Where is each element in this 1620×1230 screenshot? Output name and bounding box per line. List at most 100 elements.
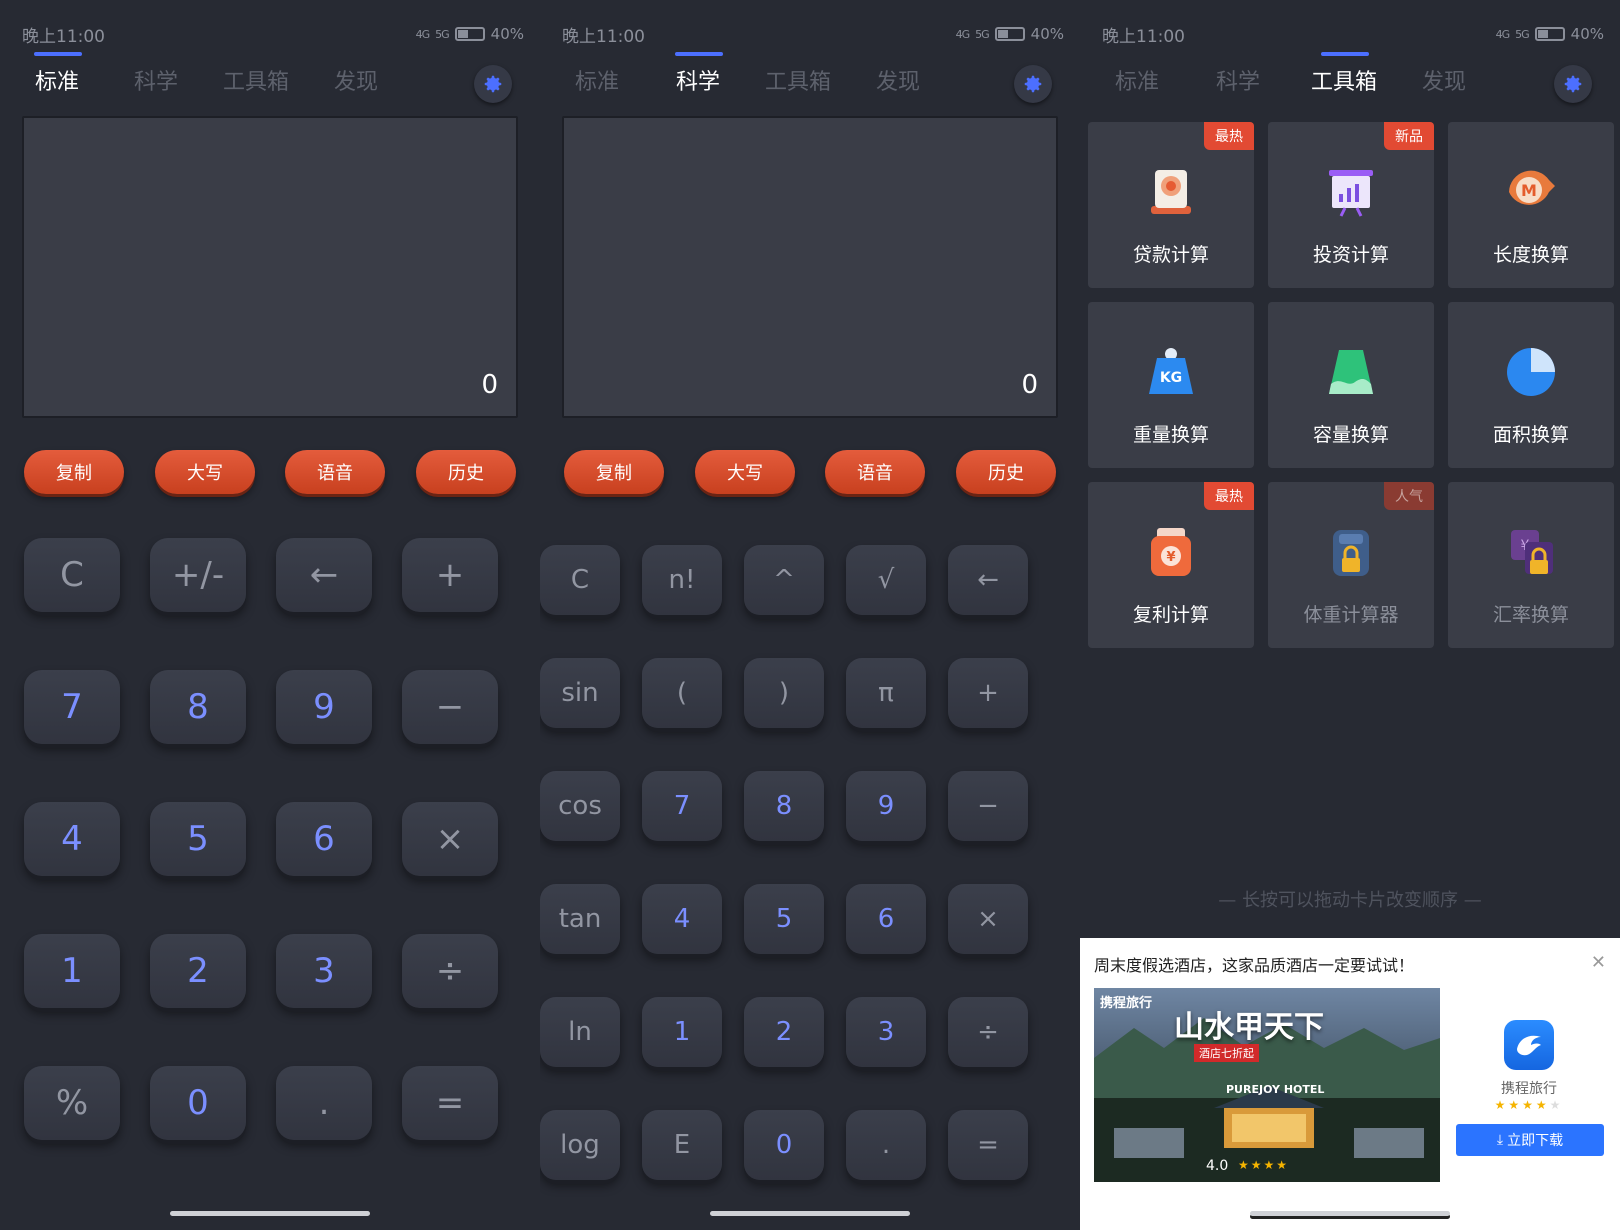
- key-button[interactable]: ln: [540, 997, 620, 1067]
- key-button[interactable]: log: [540, 1110, 620, 1180]
- settings-gear-button[interactable]: [1554, 65, 1592, 103]
- settings-gear-button[interactable]: [1014, 65, 1052, 103]
- tab-science[interactable]: 科学: [676, 64, 720, 96]
- tool-card-exchange-rate[interactable]: ¥ 汇率换算: [1448, 482, 1614, 648]
- key-button[interactable]: +/-: [150, 538, 246, 612]
- key-button[interactable]: 9: [276, 670, 372, 744]
- key-button[interactable]: 3: [846, 997, 926, 1067]
- tool-card-investment[interactable]: 新品 投资计算: [1268, 122, 1434, 288]
- battery-level: 40%: [490, 25, 524, 43]
- key-button[interactable]: +: [948, 658, 1028, 728]
- key-button[interactable]: 4: [642, 884, 722, 954]
- key-button[interactable]: C: [540, 545, 620, 615]
- key-button[interactable]: +: [402, 538, 498, 612]
- copy-button[interactable]: 复制: [564, 450, 664, 494]
- ctrip-app-icon[interactable]: [1504, 1020, 1554, 1070]
- key-button[interactable]: 1: [24, 934, 120, 1008]
- voice-button[interactable]: 语音: [285, 450, 385, 494]
- key-button[interactable]: %: [24, 1066, 120, 1140]
- history-button[interactable]: 历史: [956, 450, 1056, 494]
- key-button[interactable]: tan: [540, 884, 620, 954]
- tab-toolbox[interactable]: 工具箱: [765, 64, 831, 96]
- tab-discover[interactable]: 发现: [334, 64, 378, 96]
- tab-discover[interactable]: 发现: [876, 64, 920, 96]
- key-button[interactable]: 4: [24, 802, 120, 876]
- key-button[interactable]: 3: [276, 934, 372, 1008]
- key-button[interactable]: 0: [744, 1110, 824, 1180]
- key-button[interactable]: −: [948, 771, 1028, 841]
- tab-science[interactable]: 科学: [1216, 64, 1260, 96]
- key-button[interactable]: sin: [540, 658, 620, 728]
- key-button[interactable]: cos: [540, 771, 620, 841]
- key-button[interactable]: 6: [276, 802, 372, 876]
- key-button[interactable]: n!: [642, 545, 722, 615]
- voice-button[interactable]: 语音: [825, 450, 925, 494]
- download-button[interactable]: ⤓ 立即下载: [1456, 1124, 1604, 1156]
- status-bar: 晚上11:00 4G 5G 40%: [1102, 20, 1604, 48]
- key-button[interactable]: 7: [24, 670, 120, 744]
- tool-card-body-weight[interactable]: 人气 体重计算器: [1268, 482, 1434, 648]
- home-indicator[interactable]: [1250, 1211, 1450, 1216]
- standard-screen: 晚上11:00 4G 5G 40% 标准 科学 工具箱 发现 0 复制 大写 语…: [0, 0, 540, 1230]
- key-button[interactable]: 7: [642, 771, 722, 841]
- uppercase-button[interactable]: 大写: [695, 450, 795, 494]
- battery-icon: [994, 27, 1025, 41]
- tab-toolbox[interactable]: 工具箱: [1311, 64, 1377, 96]
- tool-card-weight[interactable]: KG 重量换算: [1088, 302, 1254, 468]
- ad-banner[interactable]: 周末度假选酒店，这家品质酒店一定要试试！ ✕ 携程旅行 山水甲天下 酒店七折起 …: [1080, 938, 1620, 1210]
- tool-label: 投资计算: [1312, 244, 1389, 266]
- key-button[interactable]: ÷: [402, 934, 498, 1008]
- key-button[interactable]: .: [846, 1110, 926, 1180]
- close-icon[interactable]: ✕: [1591, 952, 1606, 973]
- key-button[interactable]: ←: [948, 545, 1028, 615]
- key-button[interactable]: E: [642, 1110, 722, 1180]
- tab-toolbox[interactable]: 工具箱: [223, 64, 289, 96]
- key-button[interactable]: 5: [744, 884, 824, 954]
- key-button[interactable]: ^: [744, 545, 824, 615]
- key-button[interactable]: 1: [642, 997, 722, 1067]
- key-button[interactable]: C: [24, 538, 120, 612]
- key-button[interactable]: 6: [846, 884, 926, 954]
- key-button[interactable]: .: [276, 1066, 372, 1140]
- home-indicator[interactable]: [170, 1211, 370, 1216]
- copy-button[interactable]: 复制: [24, 450, 124, 494]
- key-button[interactable]: π: [846, 658, 926, 728]
- tab-bar: 标准 科学 工具箱 发现: [0, 52, 540, 112]
- settings-gear-button[interactable]: [474, 65, 512, 103]
- history-button[interactable]: 历史: [416, 450, 516, 494]
- key-button[interactable]: =: [402, 1066, 498, 1140]
- tab-standard[interactable]: 标准: [35, 64, 79, 96]
- key-button[interactable]: 0: [150, 1066, 246, 1140]
- key-button[interactable]: ←: [276, 538, 372, 612]
- tab-standard[interactable]: 标准: [575, 64, 619, 96]
- key-button[interactable]: ×: [948, 884, 1028, 954]
- ad-rating: 4.0: [1206, 1158, 1229, 1174]
- tool-card-loan[interactable]: 最热 贷款计算: [1088, 122, 1254, 288]
- key-button[interactable]: ×: [402, 802, 498, 876]
- key-button[interactable]: =: [948, 1110, 1028, 1180]
- tool-card-volume[interactable]: 容量换算: [1268, 302, 1434, 468]
- key-button[interactable]: 8: [744, 771, 824, 841]
- tool-card-area[interactable]: 面积换算: [1448, 302, 1614, 468]
- tab-standard[interactable]: 标准: [1115, 64, 1159, 96]
- tab-science[interactable]: 科学: [134, 64, 178, 96]
- key-button[interactable]: ÷: [948, 997, 1028, 1067]
- tool-label: 复利计算: [1132, 604, 1209, 626]
- uppercase-button[interactable]: 大写: [155, 450, 255, 494]
- gear-icon: [1564, 75, 1582, 93]
- home-indicator[interactable]: [710, 1211, 910, 1216]
- key-button[interactable]: 9: [846, 771, 926, 841]
- tool-card-length[interactable]: M 长度换算: [1448, 122, 1614, 288]
- key-button[interactable]: (: [642, 658, 722, 728]
- key-button[interactable]: 5: [150, 802, 246, 876]
- key-button[interactable]: √: [846, 545, 926, 615]
- tool-card-compound-interest[interactable]: 最热 ¥ 复利计算: [1088, 482, 1254, 648]
- ad-image[interactable]: 携程旅行 山水甲天下 酒店七折起 PUREJOY HOTEL 4.0 ★★★★: [1094, 988, 1440, 1182]
- gear-icon: [1024, 75, 1042, 93]
- key-button[interactable]: −: [402, 670, 498, 744]
- key-button[interactable]: 2: [744, 997, 824, 1067]
- key-button[interactable]: ): [744, 658, 824, 728]
- tab-discover[interactable]: 发现: [1422, 64, 1466, 96]
- key-button[interactable]: 8: [150, 670, 246, 744]
- key-button[interactable]: 2: [150, 934, 246, 1008]
